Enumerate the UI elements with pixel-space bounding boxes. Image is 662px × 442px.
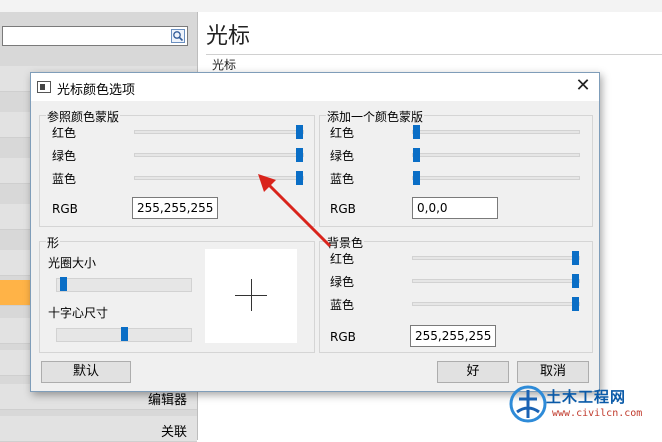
green-label: 绿色 (52, 149, 77, 163)
civilcn-logo-icon (509, 385, 547, 423)
crosshair-slider[interactable] (56, 327, 192, 342)
blue-label: 蓝色 (330, 298, 355, 312)
page-title: 光标 (206, 24, 251, 49)
window-icon (37, 81, 51, 93)
slider-thumb[interactable] (121, 327, 128, 341)
slider-thumb[interactable] (572, 251, 579, 265)
watermark-url: www.civilcn.com (552, 408, 643, 419)
close-button[interactable]: ✕ (571, 75, 595, 97)
cursor-preview (205, 249, 297, 343)
red-label: 红色 (330, 252, 355, 266)
blue-label: 蓝色 (52, 172, 77, 186)
divider (206, 54, 662, 55)
rgb-label: RGB (52, 202, 78, 216)
rgb-label: RGB (330, 330, 356, 344)
dialog-titlebar[interactable]: 光标颜色选项 ✕ (31, 73, 599, 101)
default-button[interactable]: 默认 (41, 361, 131, 383)
slider-thumb[interactable] (60, 277, 67, 291)
top-strip (0, 0, 662, 12)
ok-button[interactable]: 好 (437, 361, 509, 383)
rgb-input[interactable]: 0,0,0 (412, 197, 498, 219)
green-label: 绿色 (330, 275, 355, 289)
rgb-input[interactable]: 255,255,255 (132, 197, 218, 219)
rgb-input[interactable]: 255,255,255 (410, 325, 496, 347)
background-color-group: 背景色 红色 绿色 蓝色 RGB 255,255,255 (319, 234, 593, 353)
add-mask-group: 添加一个颜色蒙版 红色 绿色 蓝色 RGB 0,0,0 (319, 108, 593, 227)
green-label: 绿色 (330, 149, 355, 163)
green-slider[interactable] (412, 274, 580, 288)
aperture-slider[interactable] (56, 277, 192, 292)
green-slider[interactable] (412, 148, 580, 162)
blue-slider[interactable] (412, 171, 580, 185)
group-label: 添加一个颜色蒙版 (326, 108, 425, 125)
red-slider[interactable] (412, 251, 580, 265)
sidebar-item-label: 关联 (160, 425, 187, 440)
slider-thumb[interactable] (572, 297, 579, 311)
green-slider[interactable] (134, 148, 304, 162)
slider-thumb[interactable] (413, 148, 420, 162)
slider-thumb[interactable] (413, 171, 420, 185)
group-label: 参照颜色蒙版 (46, 108, 121, 125)
search-input[interactable] (2, 26, 188, 46)
blue-slider[interactable] (412, 297, 580, 311)
slider-thumb[interactable] (572, 274, 579, 288)
watermark-title: 土木工程网 (546, 388, 627, 406)
red-label: 红色 (52, 126, 77, 140)
watermark: 土木工程网 www.civilcn.com (504, 368, 662, 440)
search-icon[interactable] (171, 29, 185, 43)
red-slider[interactable] (412, 125, 580, 139)
crosshair-label: 十字心尺寸 (48, 306, 109, 320)
slider-thumb[interactable] (296, 148, 303, 162)
close-icon: ✕ (575, 75, 591, 96)
group-label: 形 (46, 234, 61, 251)
red-label: 红色 (330, 126, 355, 140)
crosshair-icon (251, 279, 252, 311)
section-title: 光标 (212, 58, 237, 72)
annotation-arrow-icon (258, 174, 332, 248)
slider-thumb[interactable] (413, 125, 420, 139)
sidebar-item-association[interactable]: 关联 (0, 416, 197, 442)
dialog-title: 光标颜色选项 (57, 83, 136, 98)
slider-thumb[interactable] (296, 125, 303, 139)
aperture-label: 光圈大小 (48, 256, 97, 270)
red-slider[interactable] (134, 125, 304, 139)
